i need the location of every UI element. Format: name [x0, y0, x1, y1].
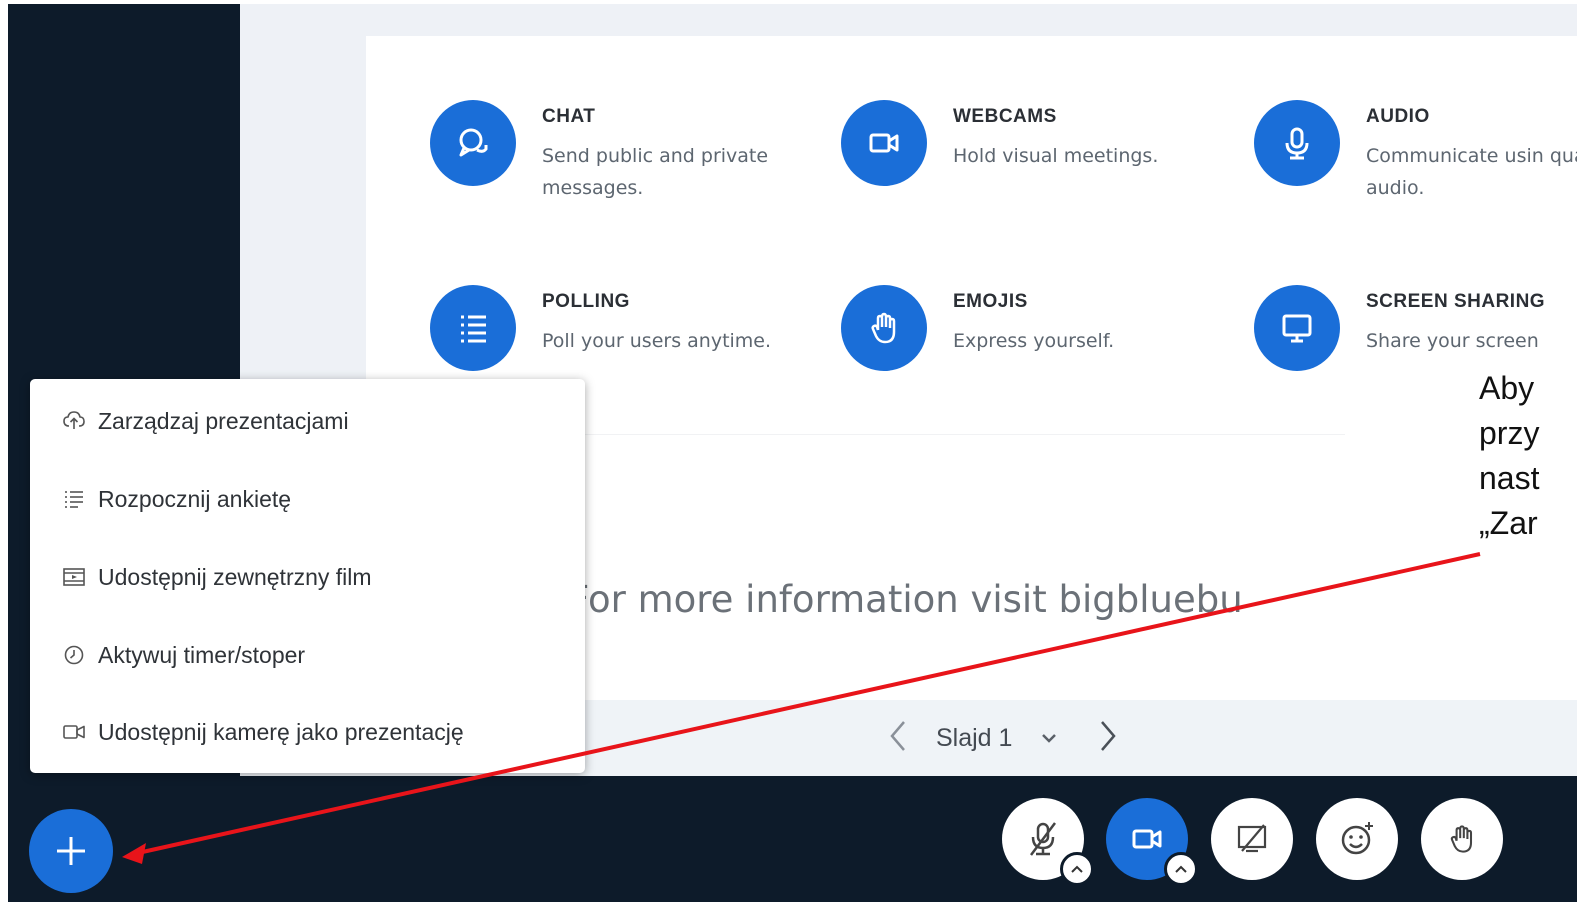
feature-description: Poll your users anytime. — [542, 330, 772, 352]
menu-item-label: Udostępnij zewnętrzny film — [98, 563, 372, 590]
camera-icon — [62, 720, 86, 744]
reactions-button[interactable] — [1316, 798, 1398, 880]
feature-webcams: WEBCAMS Hold visual meetings. — [841, 100, 1233, 186]
chevron-down-icon[interactable] — [1040, 729, 1058, 748]
menu-item-share-external-video[interactable]: Udostępnij zewnętrzny film — [62, 562, 372, 592]
feature-emojis: EMOJIS Express yourself. — [841, 285, 1233, 371]
menu-item-activate-timer[interactable]: Aktywuj timer/stoper — [62, 640, 305, 670]
meeting-window: CHAT Send public and private messages. W… — [8, 4, 1577, 902]
feature-title: EMOJIS — [953, 291, 1028, 312]
annotation-textbox: Aby przy nast „Zar — [1479, 366, 1569, 546]
monitor-icon — [1254, 285, 1340, 371]
webcam-icon — [1132, 829, 1162, 849]
list-icon — [430, 285, 516, 371]
feature-title: AUDIO — [1366, 106, 1430, 127]
hand-icon — [841, 285, 927, 371]
microphone-off-icon — [1030, 822, 1056, 856]
bottom-strip — [0, 902, 1577, 912]
audio-options-caret[interactable] — [1060, 852, 1094, 886]
cloud-upload-icon — [62, 409, 86, 433]
webcam-options-caret[interactable] — [1164, 852, 1198, 886]
microphone-icon — [1254, 100, 1340, 186]
menu-item-start-poll[interactable]: Rozpocznij ankietę — [62, 484, 291, 514]
hand-icon — [1450, 825, 1473, 853]
feature-polling: POLLING Poll your users anytime. — [430, 285, 822, 371]
feature-description: Hold visual meetings. — [953, 145, 1159, 167]
menu-item-label: Rozpocznij ankietę — [98, 485, 292, 512]
annotation-line: Aby — [1479, 370, 1535, 406]
chevron-up-icon — [1071, 865, 1083, 873]
annotation-line: „Zar — [1479, 505, 1538, 541]
webcam-icon — [841, 100, 927, 186]
feature-title: CHAT — [542, 106, 596, 127]
feature-title: SCREEN SHARING — [1366, 291, 1546, 312]
emoji-icon — [1341, 822, 1373, 855]
feature-description: Share your screen — [1366, 330, 1539, 352]
actions-menu: Zarządzaj prezentacjami Rozpocznij ankie… — [30, 379, 585, 773]
feature-screen-sharing: SCREEN SHARING Share your screen — [1254, 285, 1577, 371]
chevron-up-icon — [1175, 865, 1187, 873]
list-icon — [62, 487, 86, 511]
screen-share-off-icon — [1237, 824, 1267, 853]
annotation-line: przy — [1479, 415, 1540, 451]
actions-plus-button[interactable] — [29, 809, 113, 893]
feature-description: Communicate usin quality audio. — [1366, 145, 1577, 199]
annotation-line: nast — [1479, 460, 1540, 496]
plus-icon — [57, 837, 85, 865]
chat-icon — [430, 100, 516, 186]
slide-navigation: Slajd 1 — [888, 716, 1118, 760]
screen-share-button[interactable] — [1211, 798, 1293, 880]
slide-number-label[interactable]: Slajd 1 — [936, 724, 1012, 753]
menu-item-share-camera-as-presentation[interactable]: Udostępnij kamerę jako prezentację — [62, 717, 464, 747]
menu-item-label: Aktywuj timer/stoper — [98, 641, 306, 668]
film-icon — [62, 565, 86, 589]
feature-description: Express yourself. — [953, 330, 1115, 352]
menu-item-label: Udostępnij kamerę jako prezentację — [98, 718, 464, 745]
raise-hand-button[interactable] — [1421, 798, 1503, 880]
feature-audio: AUDIO Communicate usin quality audio. — [1254, 100, 1577, 204]
menu-item-label: Zarządzaj prezentacjami — [98, 407, 349, 434]
menu-item-manage-presentations[interactable]: Zarządzaj prezentacjami — [62, 406, 349, 436]
feature-title: WEBCAMS — [953, 106, 1057, 127]
clock-icon — [62, 643, 86, 667]
chevron-left-icon[interactable] — [888, 719, 908, 757]
chevron-right-icon[interactable] — [1098, 719, 1118, 757]
more-info-text: For more information visit bigbluebu — [568, 578, 1243, 621]
feature-description: Send public and private messages. — [542, 145, 769, 199]
feature-title: POLLING — [542, 291, 630, 312]
feature-chat: CHAT Send public and private messages. — [430, 100, 822, 204]
